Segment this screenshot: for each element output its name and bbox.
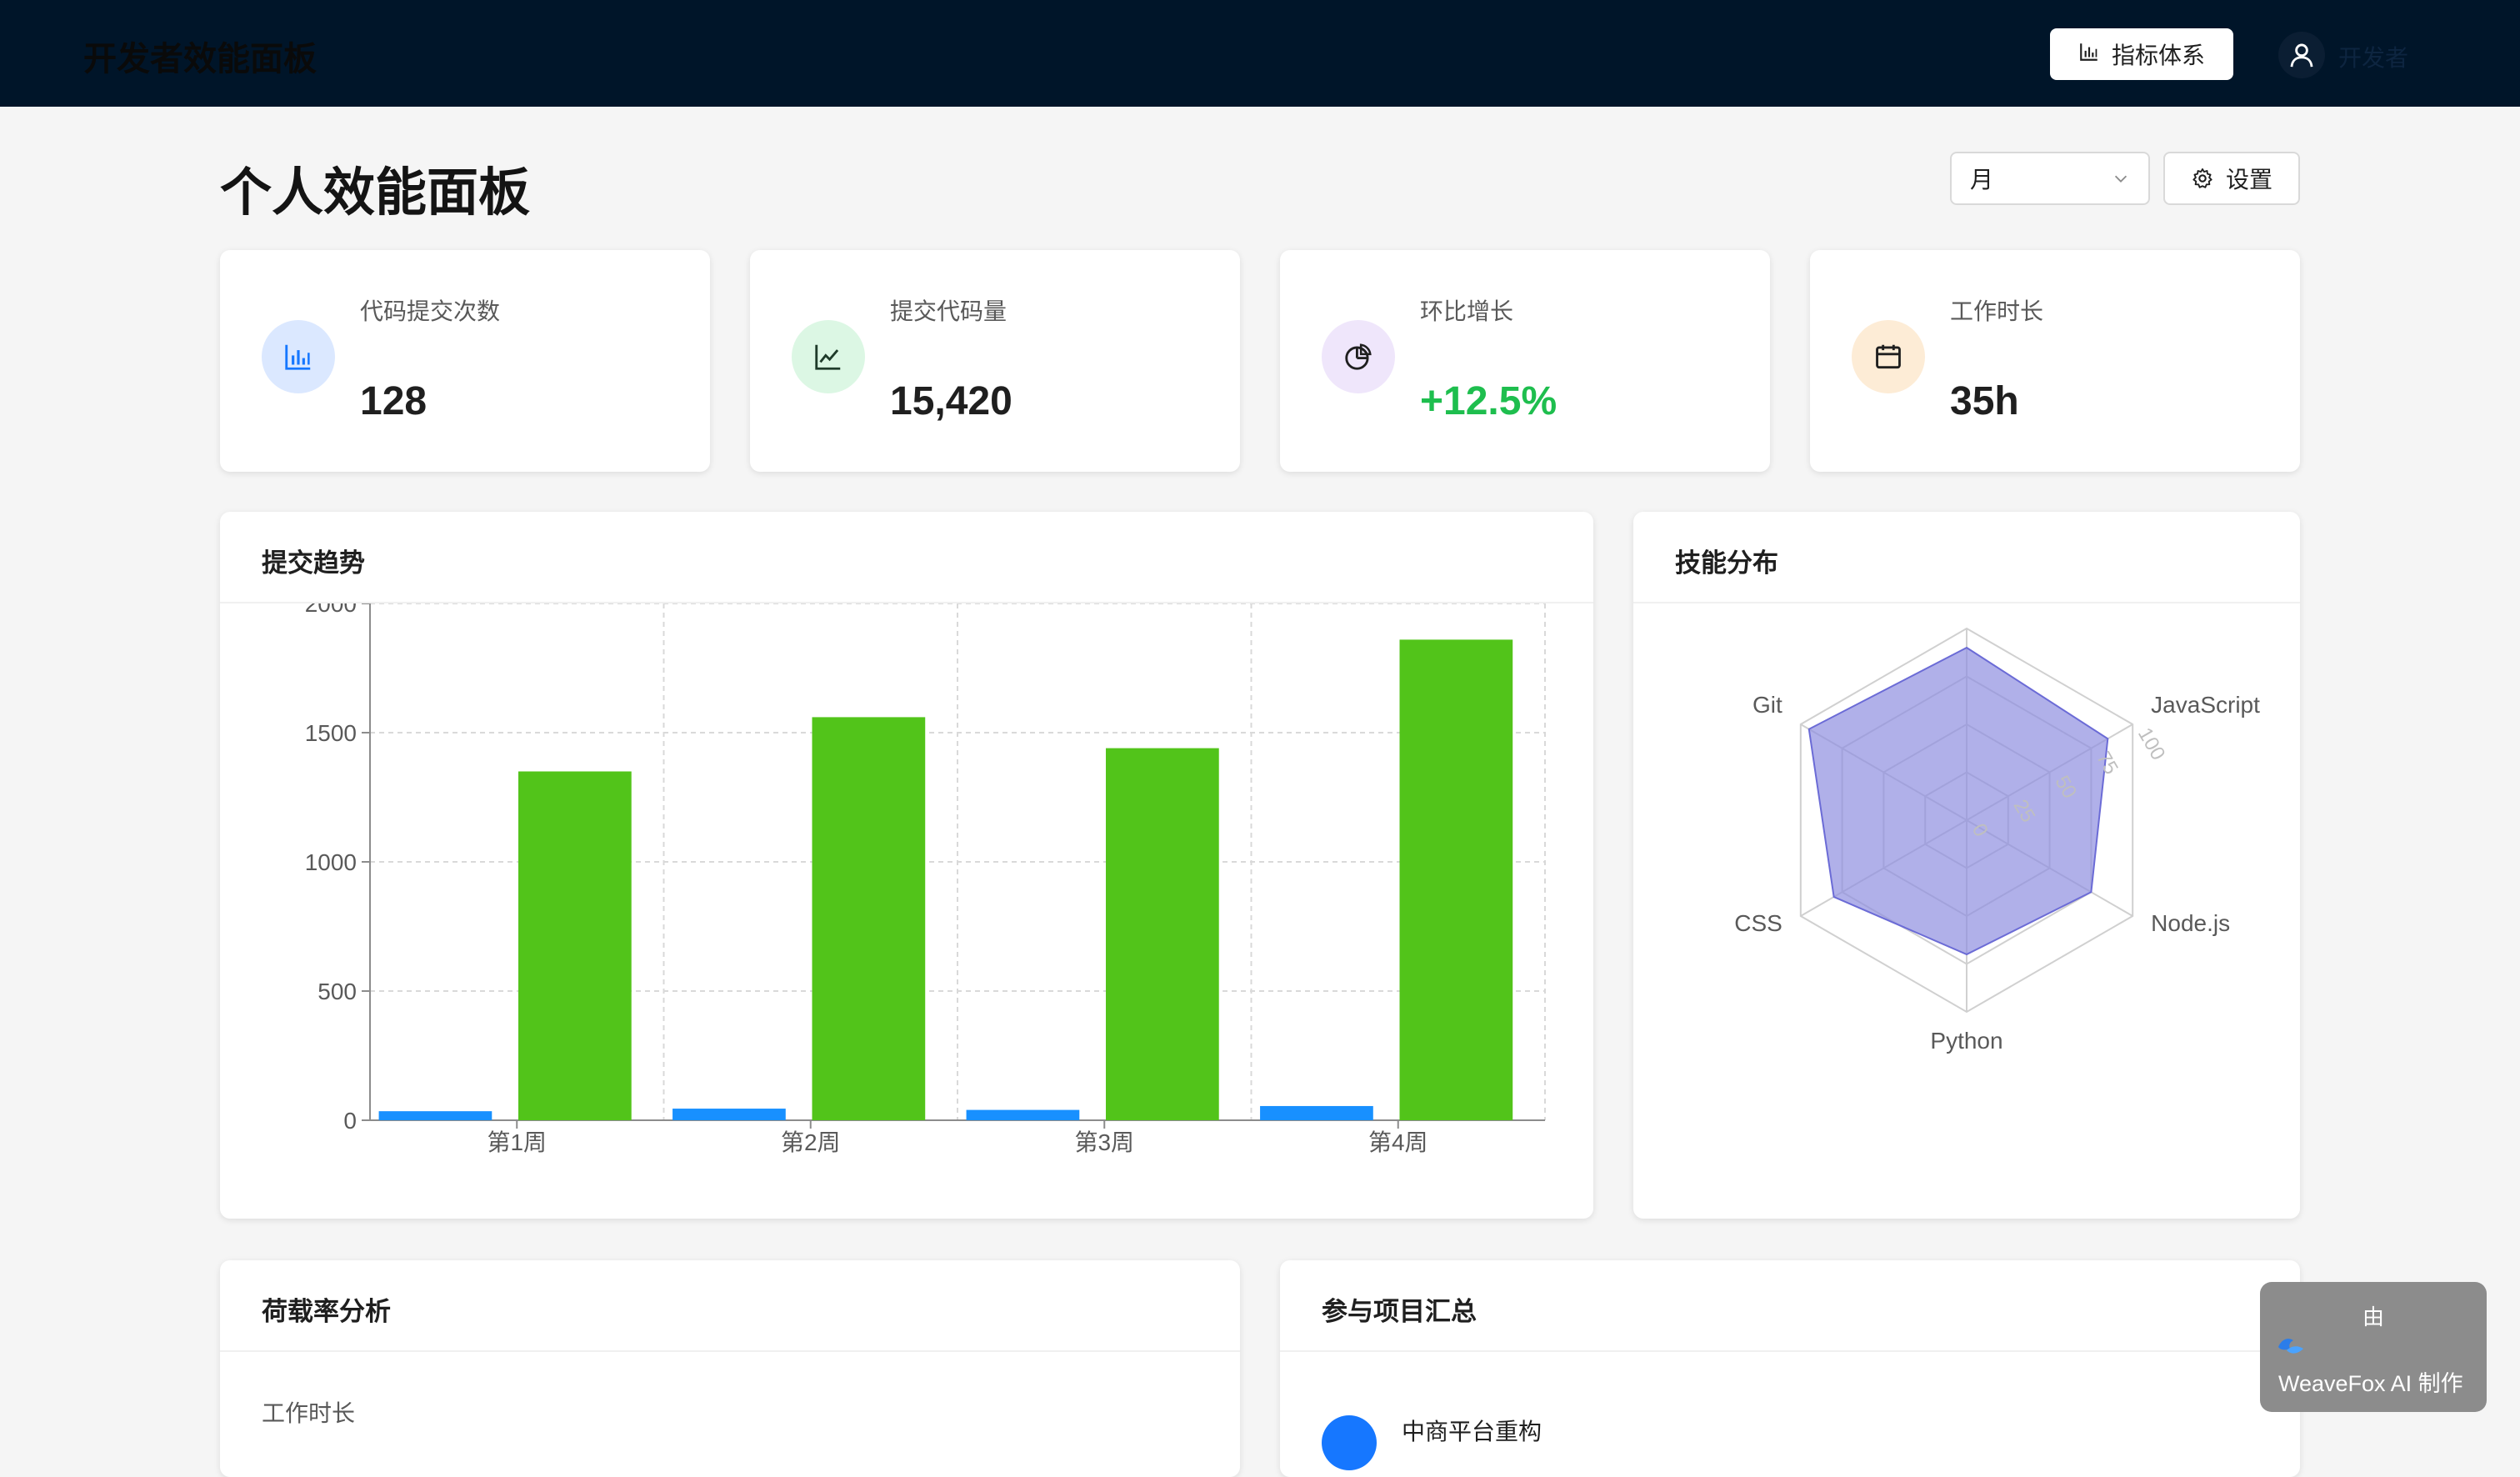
x-tick-label: 第4周 [1368,1129,1428,1155]
panel-title: 技能分布 [1675,548,1778,578]
stat-card-code-volume: 提交代码量 15,420 [750,250,1240,472]
weavefox-badge[interactable]: 由 WeaveFox AI 制作 [2260,1282,2487,1412]
bar [518,771,632,1120]
project-name: 中商平台重构 [1402,1419,1542,1444]
commit-trend-panel: 提交趋势 0 500 1000 1500 2000 第1周 第2周 第3周 第4周 [220,512,1593,1219]
stat-card-commits: 代码提交次数 128 [220,250,710,472]
weavefox-logo-icon [2277,1334,2305,1361]
bar [1260,1105,1373,1120]
page-title: 个人效能面板 [220,164,531,222]
stat-card-growth: 环比增长 +12.5% [1280,250,1770,472]
skills-panel: 技能分布 0255075100ReactJavaScriptNode.jsPyt… [1633,512,2300,1219]
stat-label: 代码提交次数 [360,298,501,324]
bar [1106,748,1219,1120]
period-select[interactable]: 月 [1950,152,2150,205]
user-name[interactable]: 开发者 [2338,40,2408,73]
badge-by-text: 由 [2362,1304,2384,1329]
bar [672,1109,786,1120]
stat-label: 提交代码量 [890,298,1008,324]
brand-title: 开发者效能面板 [83,41,317,78]
radar-tick-label: 100 [2133,724,2169,764]
y-tick-label: 500 [318,979,357,1004]
x-tick-label: 第3周 [1074,1129,1134,1155]
panel-header: 参与项目汇总 [1280,1260,2300,1352]
project-avatar [1322,1415,1377,1470]
y-tick-label: 2000 [305,603,357,617]
calendar-icon [1876,344,1901,369]
panel-title: 荷载率分析 [262,1297,391,1326]
metrics-button[interactable]: 指标体系 [2050,28,2233,80]
settings-button-label: 设置 [2225,167,2272,193]
bar [378,1111,492,1120]
bar [1399,639,1513,1120]
projects-panel: 参与项目汇总 中商平台重构 [1280,1260,2300,1477]
gear-icon [2192,168,2212,188]
settings-button[interactable]: 设置 [2163,152,2300,205]
stat-card-work-hours: 工作时长 35h [1810,250,2300,472]
line-chart-icon [815,344,841,370]
y-tick-label: 0 [343,1108,357,1134]
stat-icon-wrap [1852,320,1925,393]
panel-title: 参与项目汇总 [1322,1297,1477,1326]
bar [966,1109,1080,1120]
pie-chart-icon [1345,343,1372,370]
radar-axis-label: Git [1752,692,1782,718]
panel-title: 提交趋势 [262,548,365,578]
y-tick-label: 1500 [305,720,357,746]
bar-chart-icon [285,344,311,370]
user-icon [2290,43,2313,68]
stat-label: 工作时长 [1950,298,2044,324]
metrics-button-label: 指标体系 [2111,43,2205,68]
top-navbar: 开发者效能面板 指标体系 开发者 [0,0,2520,107]
x-tick-label: 第1周 [487,1129,547,1155]
bar-chart-icon [2078,41,2100,68]
badge-made-text: WeaveFox AI 制作 [2278,1371,2463,1396]
stat-label: 环比增长 [1420,298,1514,324]
project-list-item[interactable]: 中商平台重构 [1322,1409,1822,1470]
radar-axis-label: CSS [1734,910,1782,936]
panel-header: 提交趋势 [220,512,1593,603]
x-tick-label: 第2周 [781,1129,841,1155]
period-select-value: 月 [1970,167,1994,193]
chevron-down-icon [2114,175,2128,183]
stat-value: 128 [360,379,428,423]
bar [812,717,926,1120]
stat-value: 15,420 [890,379,1012,423]
load-metric-label: 工作时长 [262,1400,356,1426]
radar-axis-label: Node.js [2151,910,2230,936]
y-tick-label: 1000 [305,849,357,875]
stat-icon-wrap [1322,320,1395,393]
stat-value: 35h [1950,379,2019,423]
load-rate-panel: 荷载率分析 工作时长 [220,1260,1240,1477]
commit-trend-chart: 0 500 1000 1500 2000 第1周 第2周 第3周 第4周 [305,603,1546,1155]
skills-radar-chart: 0255075100ReactJavaScriptNode.jsPythonCS… [1734,627,2260,1054]
stat-icon-wrap [792,320,865,393]
stat-icon-wrap [262,320,335,393]
stat-value: +12.5% [1420,379,1558,423]
radar-axis-label: JavaScript [2151,692,2260,718]
panel-header: 荷载率分析 [220,1260,1240,1352]
user-avatar[interactable] [2278,32,2325,78]
panel-header: 技能分布 [1633,512,2300,603]
radar-axis-label: Python [1930,1028,2002,1054]
